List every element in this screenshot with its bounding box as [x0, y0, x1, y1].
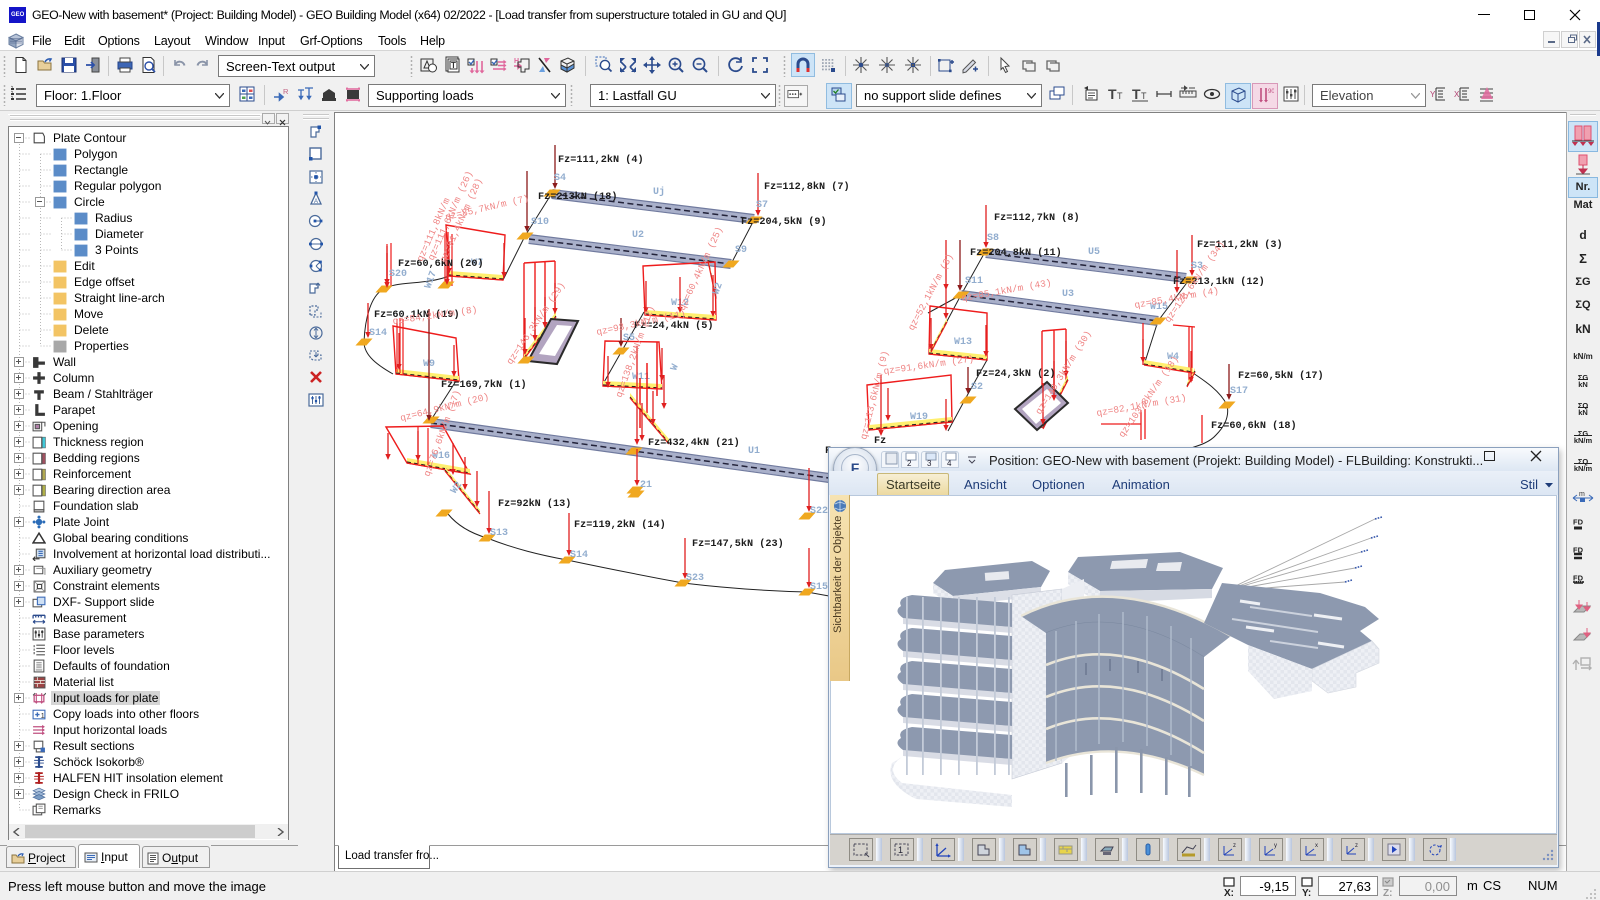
- svg-text:Fz: Fz: [874, 436, 886, 447]
- svg-text:S17: S17: [1230, 386, 1248, 397]
- svg-text:qz=84,2kN/m (8): qz=84,2kN/m (8): [392, 304, 478, 327]
- svg-text:X:: X:: [1224, 888, 1234, 897]
- svg-text:1: 1: [41, 711, 45, 720]
- svg-text:Fz=147,5kN (23): Fz=147,5kN (23): [692, 538, 784, 550]
- svg-text:T: T: [1117, 91, 1123, 101]
- svg-text:U3: U3: [1062, 289, 1074, 300]
- svg-text:W13: W13: [954, 337, 972, 348]
- svg-text:Fz=112,8kN (7): Fz=112,8kN (7): [764, 181, 850, 193]
- svg-text:Uj: Uj: [653, 186, 665, 198]
- svg-text:Fz=111,2kN (4): Fz=111,2kN (4): [558, 154, 644, 166]
- svg-text:Fz=119,2kN (14): Fz=119,2kN (14): [574, 519, 666, 531]
- svg-text:Fz=60,5kN (17): Fz=60,5kN (17): [1238, 370, 1324, 382]
- svg-text:qz=60,4kN/m (25): qz=60,4kN/m (25): [677, 225, 726, 312]
- svg-text:W17: W17: [423, 270, 439, 291]
- svg-text:4: 4: [947, 459, 952, 468]
- svg-text:Fz=112,7kN (8): Fz=112,7kN (8): [994, 212, 1080, 224]
- svg-text:Fz=92kN (13): Fz=92kN (13): [498, 498, 571, 510]
- svg-text:U5: U5: [1088, 247, 1100, 258]
- svg-text:S15: S15: [810, 582, 828, 593]
- svg-text:A: A: [314, 199, 318, 205]
- svg-text:T: T: [451, 61, 456, 70]
- svg-text:U2: U2: [632, 230, 644, 241]
- svg-text:W: W: [669, 363, 681, 372]
- svg-text:z: z: [1355, 843, 1358, 849]
- svg-text:T: T: [1108, 86, 1117, 102]
- svg-text:W19: W19: [910, 412, 928, 423]
- svg-text:S9: S9: [735, 245, 747, 256]
- svg-text:R: R: [283, 87, 289, 96]
- svg-text:3: 3: [927, 459, 932, 468]
- svg-text:y: y: [1274, 843, 1277, 849]
- svg-text:S10: S10: [531, 217, 549, 228]
- svg-text:T: T: [1132, 86, 1141, 102]
- svg-text:FD: FD: [1573, 518, 1584, 527]
- svg-text:1: 1: [898, 845, 903, 855]
- svg-text:W2: W2: [449, 480, 465, 496]
- svg-text:U1: U1: [748, 446, 760, 457]
- svg-text:S4: S4: [554, 173, 566, 184]
- svg-text:S7: S7: [756, 200, 768, 211]
- svg-text:Z:: Z:: [1383, 888, 1392, 897]
- svg-text:Y: Y: [1430, 90, 1436, 99]
- svg-text:Y:: Y:: [1302, 888, 1311, 897]
- svg-text:90: 90: [1268, 89, 1274, 95]
- svg-text:2: 2: [907, 459, 912, 468]
- svg-text:S22: S22: [810, 506, 828, 517]
- svg-text:Fz=60,6kN (18): Fz=60,6kN (18): [1211, 420, 1297, 432]
- svg-text:Fz=24,3kN (2): Fz=24,3kN (2): [976, 368, 1055, 380]
- svg-text:S14: S14: [369, 328, 387, 339]
- svg-text:Fz=204,5kN (9): Fz=204,5kN (9): [741, 216, 827, 228]
- svg-text:S20: S20: [389, 269, 407, 280]
- svg-text:21: 21: [640, 480, 652, 491]
- svg-text:S2: S2: [971, 382, 983, 393]
- svg-text:Fz=432,4kN (21): Fz=432,4kN (21): [648, 437, 740, 449]
- svg-text:z: z: [1233, 843, 1236, 849]
- svg-text:S11: S11: [965, 276, 983, 287]
- svg-text:S8: S8: [987, 233, 999, 244]
- svg-text:S13: S13: [490, 528, 508, 539]
- svg-text:Fz=204,8kN (11): Fz=204,8kN (11): [970, 247, 1062, 259]
- svg-text:x: x: [1315, 843, 1318, 849]
- svg-text:T: T: [1141, 91, 1147, 101]
- svg-text:qz=91,6kN/m (27): qz=91,6kN/m (27): [883, 353, 975, 377]
- svg-text:S23: S23: [686, 573, 704, 584]
- svg-text:Fz=213kN (18): Fz=213kN (18): [538, 191, 617, 203]
- svg-text:X: X: [1454, 90, 1460, 99]
- svg-text:S14: S14: [570, 550, 588, 561]
- svg-text:m: m: [1579, 491, 1585, 498]
